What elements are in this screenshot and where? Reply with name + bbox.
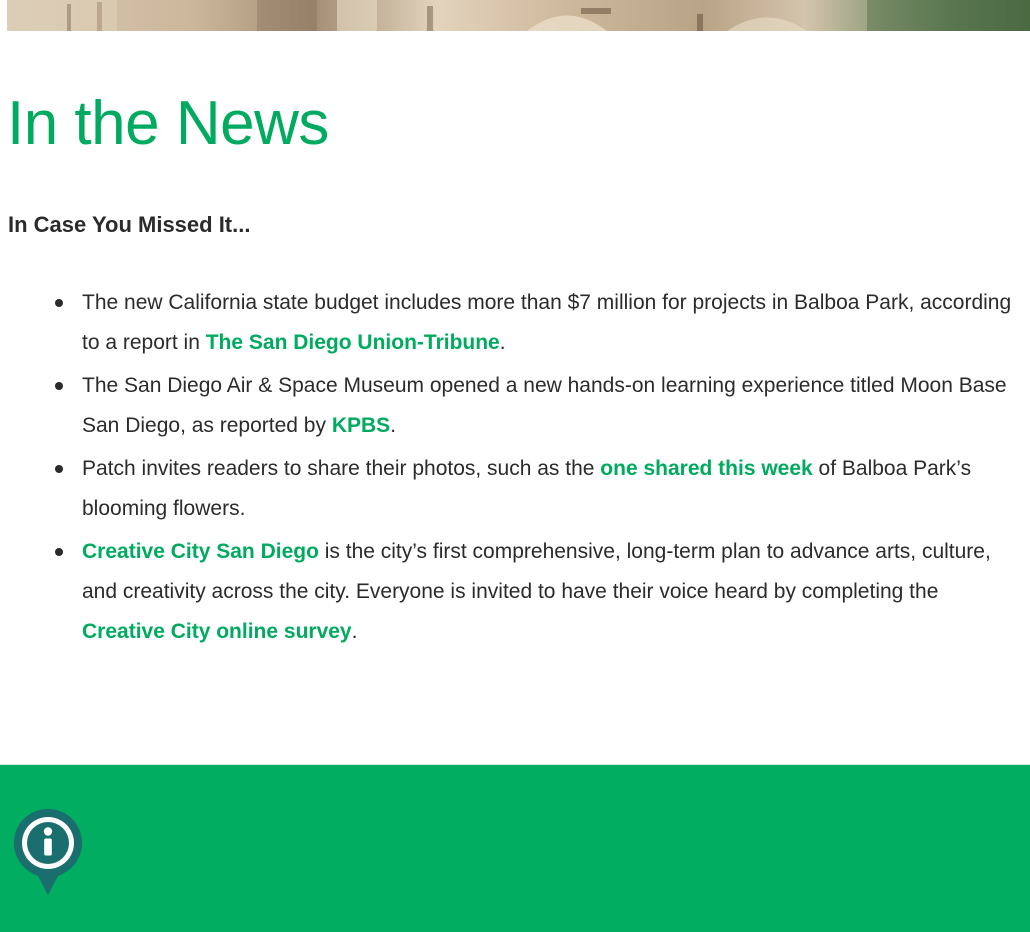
bullet-icon bbox=[55, 548, 63, 556]
news-text: Patch invites readers to share their pho… bbox=[82, 457, 601, 480]
footer-band bbox=[0, 765, 1030, 932]
kpbs-link[interactable]: KPBS bbox=[332, 414, 390, 437]
news-text-end: . bbox=[351, 620, 358, 643]
news-list: The new California state budget includes… bbox=[55, 283, 1012, 655]
page-title: In the News bbox=[7, 89, 329, 158]
news-text-end: . bbox=[390, 414, 397, 437]
union-tribune-link[interactable]: The San Diego Union-Tribune bbox=[206, 331, 500, 354]
creative-city-link[interactable]: Creative City San Diego bbox=[82, 540, 319, 563]
section-subtitle: In Case You Missed It... bbox=[8, 212, 251, 237]
news-text-end: . bbox=[499, 331, 506, 354]
hero-image bbox=[7, 0, 1030, 31]
bullet-icon bbox=[55, 382, 63, 390]
news-text: The San Diego Air & Space Museum opened … bbox=[82, 374, 1007, 437]
newsletter-page: In the News In Case You Missed It... The… bbox=[0, 0, 1030, 932]
hero-image-detail bbox=[7, 0, 1030, 31]
bullet-icon bbox=[55, 299, 63, 307]
creative-city-survey-link[interactable]: Creative City online survey bbox=[82, 620, 352, 643]
list-item: Patch invites readers to share their pho… bbox=[55, 449, 1012, 529]
info-pin-icon bbox=[14, 809, 82, 895]
list-item: The San Diego Air & Space Museum opened … bbox=[55, 366, 1012, 446]
patch-photo-link[interactable]: one shared this week bbox=[600, 457, 812, 480]
list-item: The new California state budget includes… bbox=[55, 283, 1012, 363]
list-item: Creative City San Diego is the city’s fi… bbox=[55, 532, 1012, 652]
bullet-icon bbox=[55, 465, 63, 473]
